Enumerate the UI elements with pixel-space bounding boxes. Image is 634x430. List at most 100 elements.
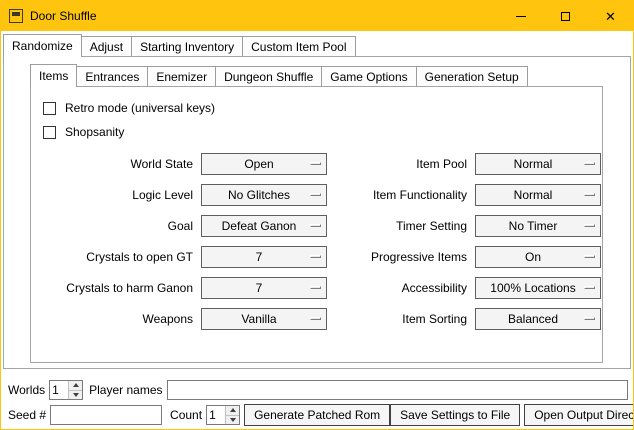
open-output-directory-button[interactable]: Open Output Directory bbox=[524, 404, 634, 426]
item-pool-label: Item Pool bbox=[335, 153, 467, 175]
items-pane: Retro mode (universal keys) Shopsanity W… bbox=[30, 86, 603, 363]
up-arrow-icon bbox=[73, 383, 79, 387]
player-names-input[interactable] bbox=[167, 380, 629, 400]
worlds-spinner[interactable] bbox=[49, 380, 83, 400]
window-controls: ✕ bbox=[498, 1, 633, 31]
window-title: Door Shuffle bbox=[30, 9, 97, 23]
tab-custom-item-pool[interactable]: Custom Item Pool bbox=[242, 36, 355, 56]
save-settings-button[interactable]: Save Settings to File bbox=[390, 404, 520, 426]
count-input[interactable] bbox=[207, 406, 225, 424]
seed-label: Seed # bbox=[8, 408, 46, 422]
accessibility-label: Accessibility bbox=[335, 277, 467, 299]
dropdown-indicator-icon bbox=[584, 193, 595, 196]
up-arrow-icon bbox=[230, 408, 236, 412]
item-sorting-value: Balanced bbox=[508, 312, 568, 326]
titlebar: Door Shuffle ✕ bbox=[1, 1, 633, 31]
world-state-dropdown[interactable]: Open bbox=[201, 153, 327, 175]
dropdown-indicator-icon bbox=[584, 317, 595, 320]
logic-level-label: Logic Level bbox=[43, 184, 193, 206]
minimize-icon bbox=[516, 16, 526, 17]
crystals-open-gt-value: 7 bbox=[256, 250, 273, 264]
minimize-button[interactable] bbox=[498, 1, 543, 31]
timer-setting-dropdown[interactable]: No Timer bbox=[475, 215, 601, 237]
tab-randomize[interactable]: Randomize bbox=[3, 34, 82, 57]
logic-level-dropdown[interactable]: No Glitches bbox=[201, 184, 327, 206]
randomize-pane: Items Entrances Enemizer Dungeon Shuffle… bbox=[3, 56, 631, 369]
goal-label: Goal bbox=[43, 215, 193, 237]
tab-enemizer[interactable]: Enemizer bbox=[147, 66, 216, 86]
dropdown-indicator-icon bbox=[310, 255, 321, 258]
item-functionality-label: Item Functionality bbox=[335, 184, 467, 206]
dropdown-indicator-icon bbox=[310, 286, 321, 289]
world-state-label: World State bbox=[43, 153, 193, 175]
worlds-input[interactable] bbox=[50, 381, 68, 399]
count-down-button[interactable] bbox=[226, 415, 239, 425]
count-up-button[interactable] bbox=[226, 406, 239, 415]
item-functionality-value: Normal bbox=[514, 188, 563, 202]
tab-entrances[interactable]: Entrances bbox=[76, 66, 148, 86]
dropdown-indicator-icon bbox=[584, 286, 595, 289]
tab-items[interactable]: Items bbox=[30, 64, 77, 87]
progressive-items-dropdown[interactable]: On bbox=[475, 246, 601, 268]
logic-level-value: No Glitches bbox=[228, 188, 300, 202]
crystals-harm-ganon-dropdown[interactable]: 7 bbox=[201, 277, 327, 299]
weapons-value: Vanilla bbox=[241, 312, 286, 326]
bottom-controls: Worlds Player names Seed # Count bbox=[1, 369, 633, 426]
accessibility-value: 100% Locations bbox=[490, 281, 585, 295]
maximize-button[interactable] bbox=[543, 1, 588, 31]
item-pool-dropdown[interactable]: Normal bbox=[475, 153, 601, 175]
item-functionality-dropdown[interactable]: Normal bbox=[475, 184, 601, 206]
count-spinner[interactable] bbox=[206, 405, 240, 425]
world-state-value: Open bbox=[244, 157, 283, 171]
tab-adjust[interactable]: Adjust bbox=[81, 36, 132, 56]
player-names-label: Player names bbox=[89, 383, 162, 397]
worlds-label: Worlds bbox=[8, 383, 45, 397]
tab-generation-setup[interactable]: Generation Setup bbox=[416, 66, 528, 86]
item-sorting-dropdown[interactable]: Balanced bbox=[475, 308, 601, 330]
seed-row: Seed # Count Generate Patched Rom Save S… bbox=[8, 404, 628, 426]
app-icon bbox=[9, 9, 23, 23]
secondary-tab-bar: Items Entrances Enemizer Dungeon Shuffle… bbox=[4, 62, 630, 86]
worlds-spinner-arrows bbox=[68, 381, 82, 399]
down-arrow-icon bbox=[73, 393, 79, 397]
accessibility-dropdown[interactable]: 100% Locations bbox=[475, 277, 601, 299]
dropdown-indicator-icon bbox=[310, 224, 321, 227]
weapons-dropdown[interactable]: Vanilla bbox=[201, 308, 327, 330]
settings-grid: World State Open Item Pool Normal Logic … bbox=[43, 153, 602, 330]
retro-mode-checkbox[interactable] bbox=[43, 102, 56, 115]
dropdown-indicator-icon bbox=[310, 193, 321, 196]
item-sorting-label: Item Sorting bbox=[335, 308, 467, 330]
worlds-down-button[interactable] bbox=[69, 390, 82, 400]
goal-value: Defeat Ganon bbox=[222, 219, 307, 233]
shopsanity-label: Shopsanity bbox=[65, 125, 124, 139]
shopsanity-row[interactable]: Shopsanity bbox=[43, 120, 602, 144]
close-icon: ✕ bbox=[605, 10, 616, 23]
down-arrow-icon bbox=[230, 418, 236, 422]
worlds-row: Worlds Player names bbox=[8, 380, 628, 400]
crystals-open-gt-dropdown[interactable]: 7 bbox=[201, 246, 327, 268]
generate-patched-rom-button[interactable]: Generate Patched Rom bbox=[244, 404, 390, 426]
count-label: Count bbox=[170, 408, 202, 422]
tab-starting-inventory[interactable]: Starting Inventory bbox=[131, 36, 243, 56]
timer-setting-label: Timer Setting bbox=[335, 215, 467, 237]
close-button[interactable]: ✕ bbox=[588, 1, 633, 31]
goal-dropdown[interactable]: Defeat Ganon bbox=[201, 215, 327, 237]
shopsanity-checkbox[interactable] bbox=[43, 126, 56, 139]
dropdown-indicator-icon bbox=[584, 162, 595, 165]
seed-input[interactable] bbox=[50, 405, 162, 425]
tab-dungeon-shuffle[interactable]: Dungeon Shuffle bbox=[215, 66, 322, 86]
item-pool-value: Normal bbox=[514, 157, 563, 171]
count-spinner-arrows bbox=[225, 406, 239, 424]
dropdown-indicator-icon bbox=[584, 255, 595, 258]
worlds-up-button[interactable] bbox=[69, 381, 82, 390]
weapons-label: Weapons bbox=[43, 308, 193, 330]
dropdown-indicator-icon bbox=[310, 162, 321, 165]
dropdown-indicator-icon bbox=[584, 224, 595, 227]
retro-mode-row[interactable]: Retro mode (universal keys) bbox=[43, 96, 602, 120]
tab-game-options[interactable]: Game Options bbox=[321, 66, 416, 86]
progressive-items-value: On bbox=[525, 250, 551, 264]
crystals-open-gt-label: Crystals to open GT bbox=[43, 246, 193, 268]
progressive-items-label: Progressive Items bbox=[335, 246, 467, 268]
timer-setting-value: No Timer bbox=[509, 219, 568, 233]
dropdown-indicator-icon bbox=[310, 317, 321, 320]
